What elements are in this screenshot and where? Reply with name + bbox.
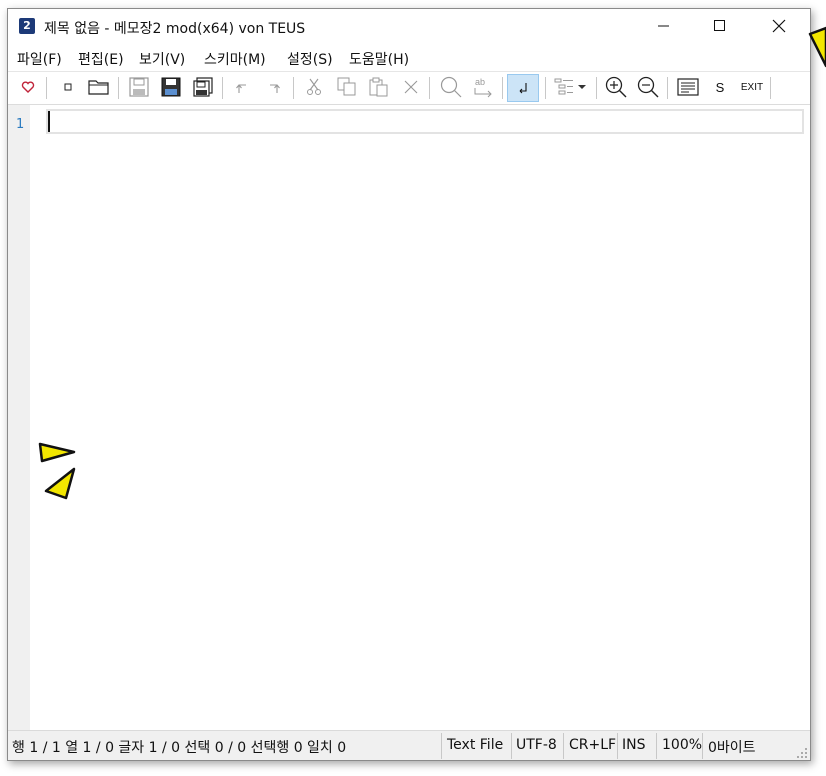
new-file-icon — [64, 83, 72, 91]
status-position: 행 1 / 1 열 1 / 0 글자 1 / 0 선택 0 / 0 선택행 0 … — [12, 740, 347, 756]
svg-text:ab: ab — [475, 77, 485, 87]
toolbar-separator — [545, 77, 546, 99]
save-icon — [129, 77, 149, 97]
paste-icon — [369, 77, 388, 97]
editor-area[interactable]: 1 — [8, 104, 810, 730]
toolbar-separator — [46, 77, 47, 99]
open-folder-icon — [88, 80, 109, 95]
undo-icon — [236, 84, 246, 93]
menu-edit[interactable]: 편집(E) — [78, 49, 124, 69]
status-separator — [441, 733, 442, 759]
delete-button[interactable] — [399, 75, 423, 99]
menu-view[interactable]: 보기(V) — [139, 49, 185, 69]
title-bar[interactable]: 2 제목 없음 - 메모장2 mod(x64) von TEUS — [8, 9, 810, 43]
window-title: 제목 없음 - 메모장2 mod(x64) von TEUS — [44, 21, 306, 37]
copy-icon — [337, 77, 356, 96]
replace-icon: ab — [474, 77, 492, 98]
exit-icon: EXIT — [740, 81, 764, 93]
minimize-icon — [658, 25, 669, 27]
new-file-button[interactable] — [56, 75, 80, 99]
pointer-marker-icon — [38, 442, 76, 500]
save-as-button[interactable] — [159, 75, 183, 99]
toolbar-separator — [502, 77, 503, 99]
resize-grip-icon[interactable] — [796, 747, 808, 759]
favorite-icon — [21, 81, 35, 93]
save-all-icon — [193, 77, 213, 97]
zoom-in-button[interactable] — [604, 75, 628, 99]
favorite-button[interactable] — [16, 75, 40, 99]
menu-help[interactable]: 도움말(H) — [349, 49, 409, 69]
save-button[interactable] — [127, 75, 151, 99]
zoom-out-icon — [637, 76, 659, 98]
toolbar-separator — [222, 77, 223, 99]
status-separator — [617, 733, 618, 759]
save-all-button[interactable] — [191, 75, 215, 99]
toolbar: ab S EXIT — [8, 71, 810, 104]
status-mode[interactable]: INS — [622, 737, 646, 753]
toolbar-separator — [667, 77, 668, 99]
status-bar: 행 1 / 1 열 1 / 0 글자 1 / 0 선택 0 / 0 선택행 0 … — [8, 730, 810, 760]
scheme-dropdown-button[interactable] — [553, 75, 591, 99]
status-zoom[interactable]: 100% — [662, 737, 702, 753]
toolbar-separator — [596, 77, 597, 99]
status-size: 0바이트 — [708, 740, 756, 756]
open-button[interactable] — [87, 75, 111, 99]
save-as-icon — [161, 77, 181, 97]
find-button[interactable] — [439, 75, 463, 99]
view-icon — [677, 78, 699, 96]
pointer-marker-icon — [808, 26, 826, 68]
toolbar-separator — [429, 77, 430, 99]
status-separator — [511, 733, 512, 759]
app-window: 2 제목 없음 - 메모장2 mod(x64) von TEUS 파일(F) 편… — [7, 8, 811, 761]
undo-button[interactable] — [230, 75, 254, 99]
minimize-button[interactable] — [641, 9, 687, 43]
copy-button[interactable] — [335, 75, 359, 99]
status-file-type[interactable]: Text File — [447, 737, 503, 753]
cut-icon — [307, 78, 321, 95]
settings-icon: S — [715, 79, 725, 95]
close-icon — [772, 19, 786, 33]
exit-button[interactable]: EXIT — [737, 75, 767, 99]
word-wrap-icon — [519, 83, 527, 94]
toolbar-separator — [770, 77, 771, 99]
zoom-in-icon — [605, 76, 627, 98]
delete-icon — [404, 80, 418, 94]
current-line-highlight[interactable] — [46, 109, 804, 134]
scheme-dropdown-icon — [554, 78, 586, 95]
status-encoding[interactable]: UTF-8 — [516, 737, 557, 753]
zoom-out-button[interactable] — [636, 75, 660, 99]
replace-button[interactable]: ab — [471, 75, 495, 99]
close-button[interactable] — [756, 9, 802, 43]
text-caret — [48, 111, 50, 132]
settings-button[interactable]: S — [708, 75, 732, 99]
status-separator — [656, 733, 657, 759]
toolbar-separator — [293, 77, 294, 99]
paste-button[interactable] — [367, 75, 391, 99]
line-number-gutter: 1 — [8, 105, 30, 730]
redo-button[interactable] — [262, 75, 286, 99]
line-number: 1 — [16, 117, 25, 132]
redo-icon — [270, 84, 280, 93]
menu-bar: 파일(F) 편집(E) 보기(V) 스키마(M) 설정(S) 도움말(H) — [8, 45, 810, 69]
menu-settings[interactable]: 설정(S) — [287, 49, 333, 69]
menu-file[interactable]: 파일(F) — [17, 49, 62, 69]
view-button[interactable] — [676, 75, 700, 99]
word-wrap-button[interactable] — [507, 74, 539, 102]
status-line-ending[interactable]: CR+LF — [569, 737, 616, 753]
menu-scheme[interactable]: 스키마(M) — [204, 49, 266, 69]
status-separator — [563, 733, 564, 759]
toolbar-separator — [118, 77, 119, 99]
app-icon[interactable]: 2 — [19, 18, 35, 34]
find-icon — [440, 76, 462, 98]
status-separator — [702, 733, 703, 759]
cut-button[interactable] — [302, 75, 326, 99]
maximize-button[interactable] — [697, 9, 743, 43]
maximize-icon — [714, 20, 725, 31]
